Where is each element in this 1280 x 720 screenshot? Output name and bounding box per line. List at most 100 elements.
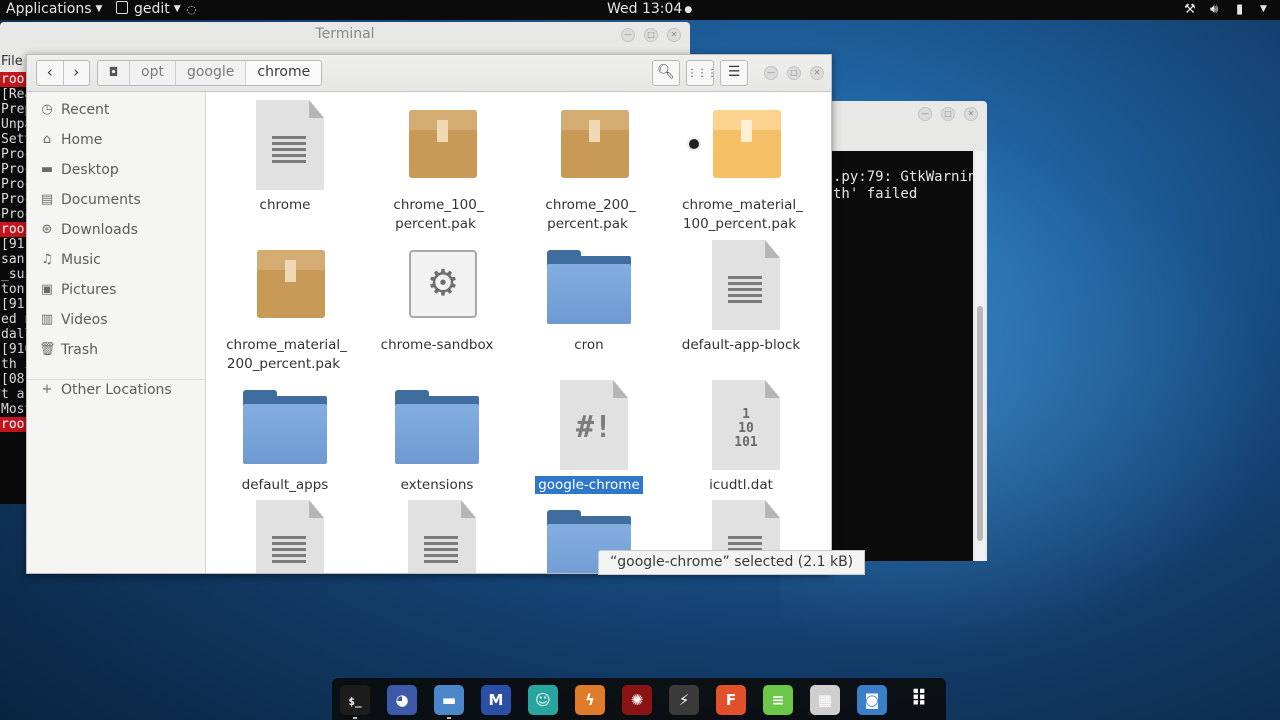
file-item[interactable]: chrome_100_ percent.pak	[367, 100, 507, 234]
terminal-line: dall	[1, 327, 28, 342]
scrollbar-thumb[interactable]	[977, 306, 983, 541]
chevron-right-icon: ›	[73, 63, 80, 81]
file-item[interactable]	[367, 500, 507, 573]
sidebar-item-recent[interactable]: ◷ Recent	[27, 97, 205, 123]
app-menu[interactable]: gedit ▼ ◌	[116, 0, 196, 20]
faraday-icon: F	[725, 691, 737, 709]
downloads-icon: ⊛	[41, 222, 53, 237]
sidebar-item-downloads[interactable]: ⊛ Downloads	[27, 217, 205, 243]
menu-button[interactable]: ☰	[720, 60, 748, 86]
dock-item-faraday[interactable]: F	[716, 685, 746, 715]
file-icon	[243, 240, 327, 330]
file-item[interactable]: 1 10 101 icudtl.dat	[671, 380, 811, 495]
search-button[interactable]: 🔍︎	[652, 60, 680, 86]
chevron-down-icon: ▼	[95, 4, 103, 14]
file-item[interactable]: extensions	[367, 380, 507, 495]
file-name-label: extensions	[400, 477, 474, 493]
sidebar-item-other-locations[interactable]: + Other Locations	[27, 377, 205, 403]
sidebar-item-videos[interactable]: ▥ Videos	[27, 307, 205, 333]
maximize-icon[interactable]: □	[787, 66, 801, 80]
terminal-line: Most	[1, 402, 28, 417]
dock-item-cherrytree[interactable]: ▦	[810, 685, 840, 715]
file-item[interactable]: default_apps	[215, 380, 355, 495]
close-icon[interactable]: ✕	[964, 107, 978, 121]
minimize-icon[interactable]: —	[918, 107, 932, 121]
clock[interactable]: Wed 13:04 ●	[607, 0, 692, 20]
dock-item-files[interactable]: ▬	[434, 685, 464, 715]
sidebar-item-pictures[interactable]: ▣ Pictures	[27, 277, 205, 303]
battery-icon[interactable]: ▮	[1236, 0, 1243, 20]
file-item[interactable]: chrome_material_ 200_percent.pak	[215, 240, 355, 374]
back-button[interactable]: ‹	[37, 61, 63, 85]
file-name: chrome_200_ percent.pak	[519, 196, 659, 234]
volume-icon[interactable]: 🔊︎	[1210, 0, 1218, 20]
path-crumb-chrome[interactable]: chrome	[246, 61, 322, 85]
sidebar-item-trash[interactable]: 🗑︎ Trash	[27, 337, 205, 363]
file-manager-window[interactable]: ‹ › ◘ opt google chrome 🔍︎ ⋮⋮⋮ ☰ — □ ✕ ◷…	[26, 54, 866, 575]
file-item[interactable]: cron	[519, 240, 659, 355]
sidebar-item-music[interactable]: ♫ Music	[27, 247, 205, 273]
close-icon[interactable]: ✕	[667, 28, 681, 42]
file-item[interactable]	[215, 500, 355, 573]
dock-item-screenshot[interactable]: ◙	[857, 685, 887, 715]
dock-item-terminal[interactable]: $_	[340, 685, 370, 715]
terminal-line: th i	[1, 357, 28, 372]
scrollbar[interactable]	[975, 151, 985, 561]
wand-icon[interactable]: ⚒	[1184, 0, 1196, 20]
file-item[interactable]: ⚙ chrome-sandbox	[367, 240, 507, 355]
file-name: icudtl.dat	[671, 476, 811, 495]
file-item[interactable]: default-app-block	[671, 240, 811, 355]
folder-icon: ▬	[441, 691, 457, 709]
terminal-line: roo	[0, 222, 28, 237]
file-name-label: chrome	[259, 197, 311, 213]
terminal-icon: $_	[348, 695, 362, 708]
sidebar-item-desktop[interactable]: ▬ Desktop	[27, 157, 205, 183]
shebang-glyph: #!	[575, 410, 613, 445]
path-crumb-google[interactable]: google	[176, 61, 247, 85]
file-name: chrome_100_ percent.pak	[367, 196, 507, 234]
binary-digits: 1 10 101	[734, 407, 758, 450]
dock-item-armitage[interactable]: ✺	[622, 685, 652, 715]
file-item[interactable]: chrome	[215, 100, 355, 215]
file-grid[interactable]: chrome chrome_100_ percent.pak chrome_200_…	[207, 92, 831, 573]
file-name: default-app-block	[671, 336, 811, 355]
maximize-icon[interactable]: □	[941, 107, 955, 121]
path-crumb-opt[interactable]: opt	[130, 61, 176, 85]
plus-icon: +	[41, 382, 53, 397]
sidebar-item-label: Downloads	[61, 222, 138, 238]
file-icon	[547, 100, 631, 190]
view-toggle-button[interactable]: ⋮⋮⋮	[686, 60, 717, 86]
maximize-icon[interactable]: □	[644, 28, 658, 42]
file-name: chrome-sandbox	[367, 336, 507, 355]
file-item[interactable]: chrome_200_ percent.pak	[519, 100, 659, 234]
sidebar-item-label: Videos	[61, 312, 108, 328]
sidebar-item-documents[interactable]: ▤ Documents	[27, 187, 205, 213]
file-item[interactable]: chrome_material_ 100_percent.pak	[671, 100, 811, 234]
dock-item-notes[interactable]: ≡	[763, 685, 793, 715]
file-name: chrome_material_ 100_percent.pak	[671, 196, 811, 234]
file-icon	[243, 380, 327, 470]
package-icon	[409, 110, 477, 178]
dock-item-burp[interactable]: ϟ	[575, 685, 605, 715]
terminal-line: san	[1, 252, 25, 267]
path-root-button[interactable]: ◘	[98, 61, 130, 85]
file-item[interactable]: #! google-chrome	[519, 380, 659, 495]
mouse-cursor-icon	[687, 137, 701, 151]
applications-menu[interactable]: Applications ▼	[6, 0, 102, 20]
minimize-icon[interactable]: —	[621, 28, 635, 42]
forward-button[interactable]: ›	[62, 61, 90, 85]
chevron-down-icon[interactable]: ▼	[1260, 0, 1267, 20]
dock-item-kali[interactable]: ⚡	[669, 685, 699, 715]
dock-item-app-grid[interactable]: ⠿	[904, 685, 934, 715]
terminal-output[interactable]: .py:79: GtkWarnin th' failed	[832, 151, 973, 561]
dock-item-wolf[interactable]: ◕	[387, 685, 417, 715]
sidebar-item-label: Desktop	[61, 162, 119, 178]
executable-icon: ⚙	[409, 250, 477, 318]
minimize-icon[interactable]: —	[764, 66, 778, 80]
terminal-output[interactable]: roo[ReaPrepUnpaSettProcProcProcProcProcr…	[0, 72, 28, 504]
sidebar-item-home[interactable]: ⌂ Home	[27, 127, 205, 153]
terminal-window-right[interactable]: — □ ✕ .py:79: GtkWarnin th' failed	[832, 101, 987, 561]
dock-item-maltego[interactable]: M	[481, 685, 511, 715]
dock-item-anime[interactable]: ☺	[528, 685, 558, 715]
close-icon[interactable]: ✕	[810, 66, 824, 80]
